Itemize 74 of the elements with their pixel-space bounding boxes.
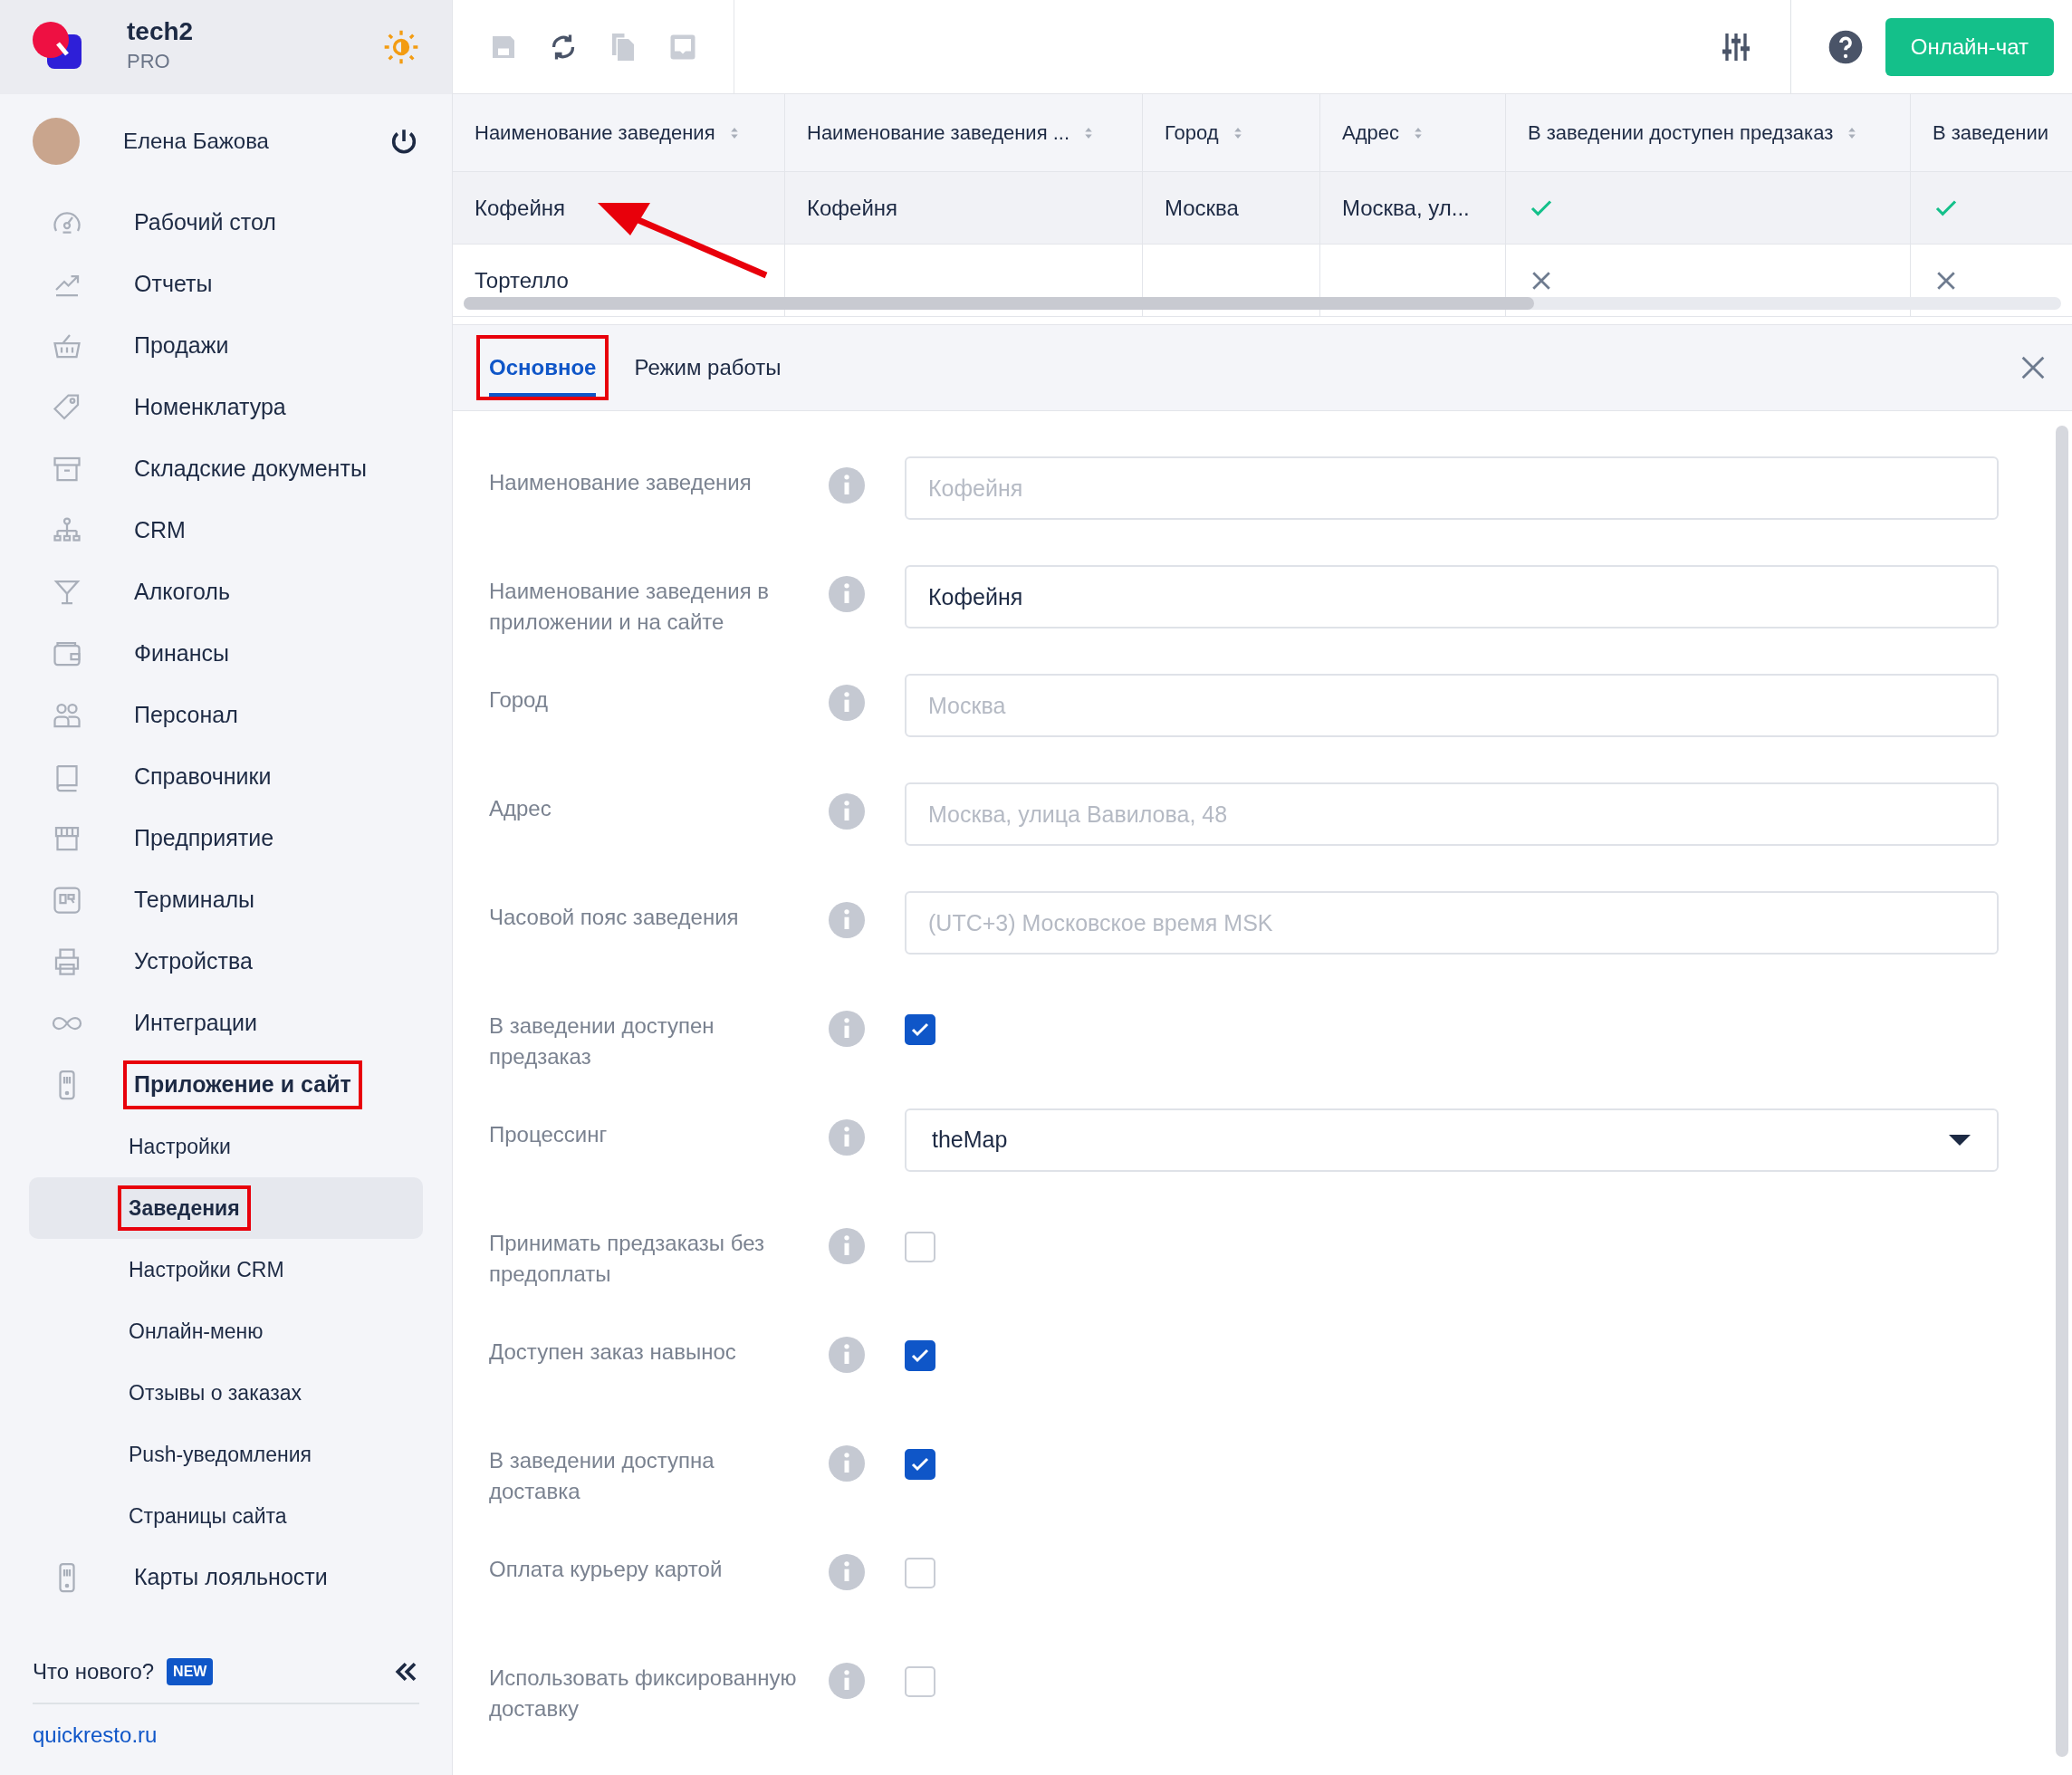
info-icon[interactable]: [829, 1119, 865, 1156]
menu-item[interactable]: CRM: [123, 506, 197, 555]
table-cell-text: Москва, ул...: [1342, 194, 1470, 222]
field-label: В заведении доступна доставка: [489, 1447, 715, 1505]
field-label: Процессинг: [489, 1121, 609, 1148]
field-label: Принимать предзаказы без предоплаты: [489, 1230, 765, 1288]
submenu-item[interactable]: Настройки: [118, 1123, 242, 1170]
menu-item[interactable]: Приложение и сайт: [123, 1060, 362, 1109]
vertical-scrollbar[interactable]: [2056, 426, 2068, 1757]
table-cell-text: Москва: [1165, 194, 1239, 222]
submenu-item[interactable]: Онлайн-меню: [118, 1308, 274, 1355]
menu-item[interactable]: Складские документы: [123, 445, 378, 494]
submenu-item[interactable]: Push-уведомления: [118, 1431, 323, 1478]
plan-label: PRO: [127, 48, 171, 74]
field-label: Доступен заказ навынос: [489, 1338, 737, 1366]
info-icon[interactable]: [829, 1011, 865, 1047]
menu-item[interactable]: Продажи: [123, 321, 240, 370]
help-icon[interactable]: [1827, 28, 1864, 65]
info-icon[interactable]: [829, 685, 865, 721]
brand-name: tech2: [127, 18, 195, 46]
menu-item[interactable]: Интеграции: [123, 999, 269, 1048]
tab[interactable]: Режим работы: [621, 335, 794, 400]
checkbox[interactable]: [905, 1340, 935, 1371]
menu-item[interactable]: Справочники: [123, 753, 283, 801]
info-icon[interactable]: [829, 1663, 865, 1699]
website-link[interactable]: quickresto.ru: [33, 1722, 158, 1747]
input-field[interactable]: Кофейня: [905, 565, 1999, 628]
field-label: В заведении доступен предзаказ: [489, 1012, 715, 1070]
submenu-item[interactable]: Заведения: [118, 1185, 251, 1232]
menu-item[interactable]: Устройства: [123, 937, 264, 986]
submenu-item[interactable]: Отзывы о заказах: [118, 1369, 313, 1416]
field-label: Наименование заведения: [489, 469, 753, 496]
info-icon[interactable]: [829, 1228, 865, 1264]
table-cell-text: Кофейня: [475, 194, 566, 222]
qr-code-icon: [51, 884, 83, 916]
field-label: Адрес: [489, 795, 552, 822]
whats-new-link[interactable]: Что нового?: [33, 1655, 155, 1688]
menu-item[interactable]: Предприятие: [123, 814, 285, 863]
select-field[interactable]: theMap: [905, 1108, 1999, 1172]
horizontal-scrollbar[interactable]: [464, 297, 2061, 310]
info-icon[interactable]: [829, 576, 865, 612]
info-icon[interactable]: [829, 467, 865, 504]
new-badge: NEW: [167, 1658, 214, 1685]
user-name: Елена Бажова: [123, 128, 270, 155]
info-icon[interactable]: [829, 902, 865, 938]
menu-item[interactable]: Рабочий стол: [123, 198, 287, 247]
field-label: Наименование заведения в приложении и на сайте: [489, 578, 771, 636]
submenu-item[interactable]: Настройки CRM: [118, 1246, 295, 1293]
submenu-item[interactable]: Страницы сайта: [118, 1492, 298, 1540]
field-label: Город: [489, 686, 549, 714]
menu-item[interactable]: Отчеты: [123, 260, 224, 309]
checkbox[interactable]: [905, 1449, 935, 1480]
caret-icon[interactable]: [1948, 1134, 1971, 1147]
field-label: Оплата курьеру картой: [489, 1556, 724, 1583]
avatar: [33, 118, 80, 165]
menu-item[interactable]: Карты лояльности: [123, 1553, 339, 1602]
table-cell-text: Кофейня: [807, 194, 898, 222]
info-icon[interactable]: [829, 1445, 865, 1482]
menu-item[interactable]: Финансы: [123, 629, 240, 678]
field-label: Использовать фиксированную доставку: [489, 1665, 798, 1722]
column-header[interactable]: Город: [1165, 118, 1219, 148]
info-icon[interactable]: [829, 793, 865, 830]
table-cell-text: Тортелло: [475, 266, 569, 294]
info-icon[interactable]: [829, 1337, 865, 1373]
tab[interactable]: Основное: [476, 335, 609, 400]
menu-item[interactable]: Номенклатура: [123, 383, 297, 432]
column-header[interactable]: Адрес: [1342, 118, 1399, 148]
menu-item[interactable]: Терминалы: [123, 876, 266, 925]
menu-item[interactable]: Персонал: [123, 691, 249, 740]
menu-item[interactable]: Алкоголь: [123, 568, 241, 617]
theme-toggle-icon[interactable]: [383, 29, 419, 65]
field-label: Часовой пояс заведения: [489, 904, 740, 931]
info-icon[interactable]: [829, 1554, 865, 1590]
checkbox[interactable]: [905, 1014, 935, 1045]
